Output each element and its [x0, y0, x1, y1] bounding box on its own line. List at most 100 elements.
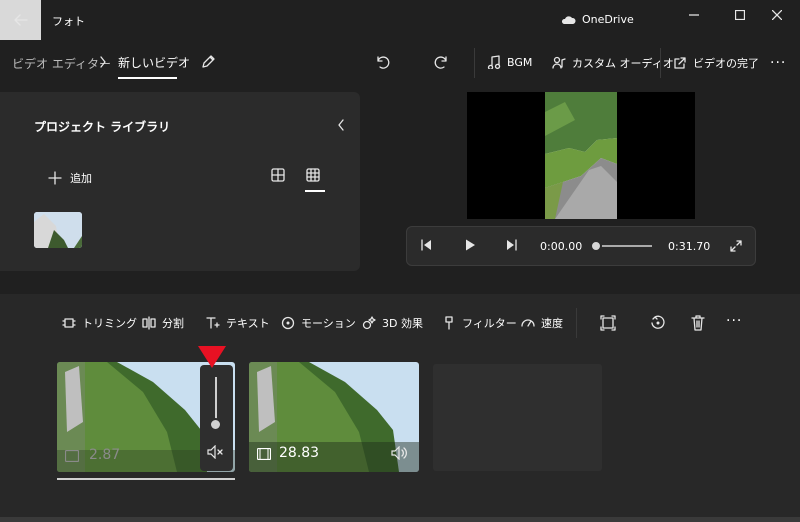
film-icon: [65, 450, 79, 462]
red-marker-icon: [198, 346, 226, 368]
toolbar-divider: [474, 48, 475, 78]
grid-small-icon: [306, 168, 320, 182]
finish-video-label: ビデオの完了: [693, 57, 759, 70]
small-thumbnail-view-button[interactable]: [306, 168, 320, 182]
music-note-icon: [487, 55, 501, 69]
toolbar-divider: [660, 48, 661, 78]
delete-button[interactable]: [690, 315, 706, 331]
plus-icon: [48, 171, 62, 185]
step-back-icon: [421, 239, 431, 251]
export-icon: [674, 57, 686, 69]
motion-icon: [281, 316, 295, 330]
undo-icon: [377, 56, 390, 69]
custom-audio-button[interactable]: カスタム オーディオ: [552, 55, 674, 71]
empty-clip-slot[interactable]: [433, 364, 602, 471]
finish-video-button[interactable]: ビデオの完了: [673, 55, 759, 71]
more-options-button[interactable]: ···: [770, 55, 786, 71]
taskbar-strip: [0, 517, 800, 522]
collapse-library-button[interactable]: [336, 118, 346, 132]
onedrive-label: OneDrive: [582, 13, 634, 26]
seek-bar[interactable]: [596, 245, 652, 247]
filters-button[interactable]: フィルター: [442, 315, 517, 331]
current-time: 0:00.00: [540, 240, 583, 253]
film-icon: [257, 448, 271, 460]
speed-label: 速度: [541, 317, 563, 330]
speedometer-icon: [521, 319, 535, 327]
redo-icon: [434, 56, 447, 69]
maximize-icon: [735, 10, 745, 20]
fullscreen-button[interactable]: [729, 239, 743, 253]
breadcrumb-video-editor[interactable]: ビデオ エディター: [12, 55, 111, 72]
storyboard-clip[interactable]: 28.83: [249, 362, 419, 472]
speaker-muted-icon: [207, 445, 223, 459]
3d-effects-button[interactable]: 3D 効果: [362, 315, 423, 331]
breadcrumb-project-title[interactable]: 新しいビデオ: [118, 54, 190, 71]
motion-label: モーション: [301, 317, 356, 330]
add-media-button[interactable]: 追加: [48, 170, 92, 186]
rename-button[interactable]: [200, 54, 216, 70]
library-media-thumbnail[interactable]: [34, 212, 82, 248]
onedrive-status[interactable]: OneDrive: [560, 13, 634, 26]
rotate-icon: [651, 315, 665, 329]
trim-icon: [62, 318, 76, 328]
chevron-left-icon: [338, 119, 344, 131]
clip-duration: 2.87: [89, 447, 121, 463]
text-icon: [206, 317, 220, 329]
split-button[interactable]: 分割: [142, 315, 184, 331]
speaker-icon[interactable]: [391, 446, 409, 460]
split-label: 分割: [162, 317, 184, 330]
volume-slider-thumb[interactable]: [209, 418, 222, 431]
close-icon: [772, 10, 782, 20]
pencil-icon: [202, 55, 215, 68]
large-thumbnail-view-button[interactable]: [271, 168, 285, 182]
bgm-button[interactable]: BGM: [487, 55, 532, 69]
close-button[interactable]: [754, 0, 800, 30]
undo-button[interactable]: [374, 54, 390, 70]
seek-thumb[interactable]: [590, 240, 602, 252]
filter-icon: [445, 316, 453, 330]
mute-toggle[interactable]: [207, 445, 225, 459]
toolbar-divider: [576, 308, 577, 338]
chevron-right-icon: [99, 56, 107, 68]
cloud-icon: [561, 15, 576, 24]
custom-audio-label: カスタム オーディオ: [572, 57, 674, 70]
play-icon: [466, 239, 475, 251]
selected-clip-indicator: [57, 478, 235, 480]
play-button[interactable]: [463, 238, 477, 252]
trash-icon: [691, 315, 705, 331]
bgm-label: BGM: [507, 55, 533, 69]
speed-button[interactable]: 速度: [521, 315, 563, 331]
add-label: 追加: [70, 172, 92, 185]
split-icon: [142, 316, 156, 330]
view-selected-indicator: [305, 190, 325, 192]
custom-audio-icon: [552, 56, 566, 69]
project-library-title: プロジェクト ライブラリ: [34, 120, 171, 134]
clip-duration: 28.83: [279, 445, 320, 461]
trim-button[interactable]: トリミング: [62, 315, 137, 331]
3d-effects-label: 3D 効果: [382, 317, 423, 330]
text-button[interactable]: テキスト: [206, 315, 270, 331]
minimize-icon: [689, 14, 699, 16]
breadcrumb-underline: [118, 77, 177, 79]
text-label: テキスト: [226, 317, 270, 330]
next-frame-button[interactable]: [505, 238, 519, 252]
redo-button[interactable]: [434, 54, 450, 70]
media-thumbnail-image: [34, 212, 82, 248]
remove-black-bars-button[interactable]: [600, 315, 616, 331]
preview-frame-image: [545, 92, 617, 219]
previous-frame-button[interactable]: [419, 238, 433, 252]
expand-icon: [730, 240, 742, 252]
3d-effects-icon: [362, 316, 376, 330]
arrow-left-icon: [13, 14, 28, 26]
crop-frame-icon: [600, 315, 616, 331]
motion-button[interactable]: モーション: [281, 315, 356, 331]
rotate-button[interactable]: [650, 315, 666, 331]
minimize-button[interactable]: [671, 0, 717, 30]
storyboard-more-button[interactable]: ···: [726, 313, 742, 329]
grid-large-icon: [271, 168, 285, 182]
app-title: フォト: [52, 15, 85, 28]
total-time: 0:31.70: [668, 240, 711, 253]
back-button[interactable]: [0, 0, 41, 40]
filters-label: フィルター: [462, 317, 517, 330]
trim-label: トリミング: [82, 317, 137, 330]
